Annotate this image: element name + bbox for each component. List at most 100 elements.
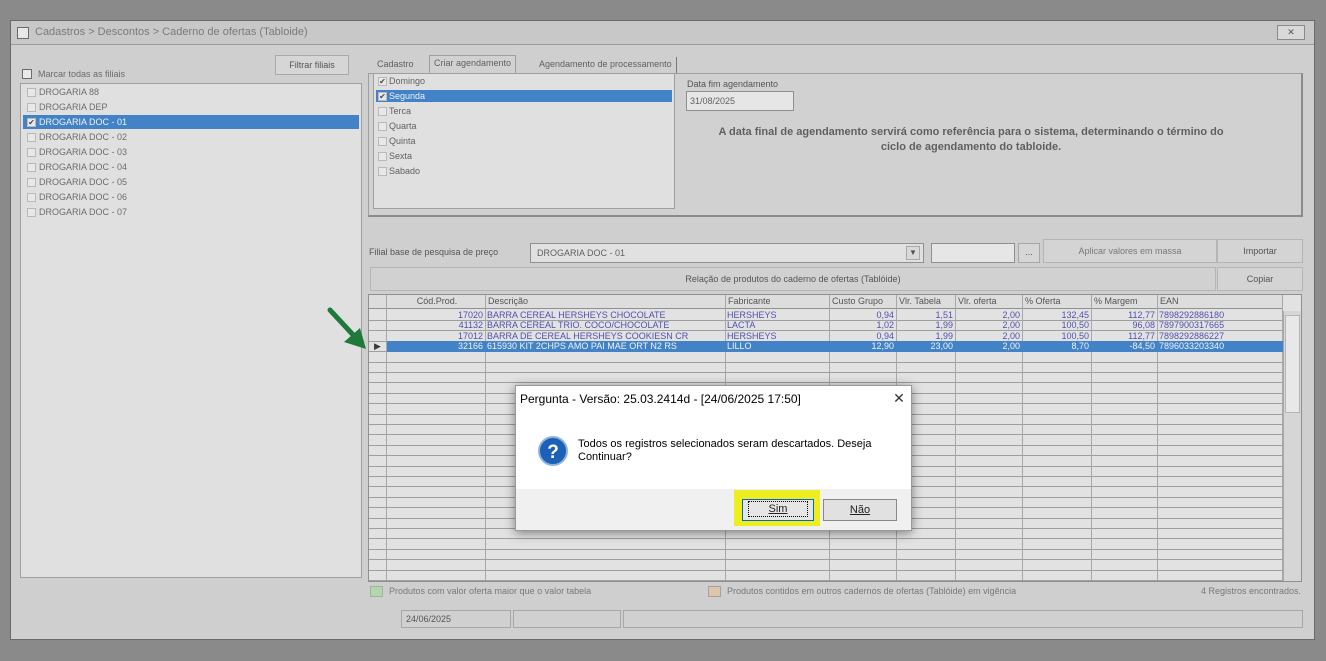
filial-item[interactable]: DROGARIA 88 xyxy=(23,85,359,99)
grid-cell[interactable]: 615930 KIT 2CHPS AMO PAI MAE ORT N2 RS xyxy=(487,341,725,352)
apply-mass-values-button[interactable]: Aplicar valores em massa xyxy=(1043,239,1217,263)
filial-checkbox[interactable] xyxy=(27,208,36,218)
grid-cell[interactable]: 2,00 xyxy=(957,331,1022,342)
grid-cell[interactable]: 1,99 xyxy=(898,320,955,331)
grid-column-header[interactable]: Custo Grupo xyxy=(830,295,897,309)
yes-button[interactable]: Sim xyxy=(742,499,814,521)
tab-criar-agendamento[interactable]: Criar agendamento xyxy=(429,55,517,74)
filial-checkbox[interactable] xyxy=(27,133,36,143)
filial-item[interactable]: ✔ DROGARIA DOC - 01 xyxy=(23,115,359,129)
grid-cell[interactable]: BARRA CEREAL HERSHEYS CHOCOLATE xyxy=(487,310,725,321)
filial-item[interactable]: DROGARIA DOC - 06 xyxy=(23,190,359,204)
grid-cell[interactable]: LACTA xyxy=(727,320,829,331)
filial-checkbox[interactable]: ✔ xyxy=(27,118,36,128)
weekday-item[interactable]: ✔ Segunda xyxy=(376,90,672,102)
grid-vertical-scrollbar[interactable] xyxy=(1283,311,1301,581)
import-button[interactable]: Importar xyxy=(1217,239,1303,263)
grid-column-header[interactable]: % Margem xyxy=(1092,295,1158,309)
no-button-label: Não xyxy=(849,504,871,516)
filial-item[interactable]: DROGARIA DOC - 03 xyxy=(23,145,359,159)
filial-checkbox[interactable] xyxy=(27,193,36,203)
grid-column-header[interactable]: Cód.Prod. xyxy=(387,295,486,309)
weekday-checkbox[interactable] xyxy=(378,167,387,177)
weekday-item[interactable]: ✔ Domingo xyxy=(376,75,672,87)
weekday-checkbox[interactable]: ✔ xyxy=(378,92,387,102)
grid-cell[interactable]: 2,00 xyxy=(957,341,1022,352)
grid-cell[interactable]: 96,08 xyxy=(1093,320,1157,331)
chevron-down-icon[interactable]: ▼ xyxy=(906,246,920,260)
grid-cell[interactable]: LILLO xyxy=(727,341,829,352)
filial-item[interactable]: DROGARIA DOC - 07 xyxy=(23,205,359,219)
grid-cell[interactable]: HERSHEYS xyxy=(727,310,829,321)
grid-cell[interactable]: 7897900317665 xyxy=(1159,320,1282,331)
grid-column-header[interactable]: Descrição xyxy=(486,295,726,309)
weekday-item[interactable]: Sexta xyxy=(376,150,672,162)
grid-cell[interactable]: BARRA DE CEREAL HERSHEYS COOKIESN CR xyxy=(487,331,725,342)
grid-cell[interactable]: HERSHEYS xyxy=(727,331,829,342)
legend-orange-swatch xyxy=(708,586,721,597)
end-date-input[interactable] xyxy=(686,91,794,111)
grid-column-header[interactable]: % Oferta xyxy=(1023,295,1092,309)
grid-cell[interactable]: -84,50 xyxy=(1093,341,1157,352)
grid-cell[interactable]: 0,94 xyxy=(831,310,896,321)
filial-checkbox[interactable] xyxy=(27,163,36,173)
grid-cell[interactable]: 23,00 xyxy=(898,341,955,352)
filial-checkbox[interactable] xyxy=(27,148,36,158)
grid-column-header[interactable]: Fabricante xyxy=(726,295,830,309)
grid-column-line xyxy=(386,295,387,581)
weekday-item[interactable]: Quarta xyxy=(376,120,672,132)
grid-cell[interactable]: 1,51 xyxy=(898,310,955,321)
window-close-button[interactable]: ✕ xyxy=(1277,25,1305,40)
grid-cell[interactable]: 17020 xyxy=(388,310,485,321)
filial-checkbox[interactable] xyxy=(27,88,36,98)
filial-item[interactable]: DROGARIA DEP xyxy=(23,100,359,114)
check-all-checkbox[interactable] xyxy=(22,69,32,79)
tab-agendamento-processamento[interactable]: Agendamento de processamento xyxy=(535,57,677,73)
filter-filiais-button[interactable]: Filtrar filiais xyxy=(275,55,349,75)
filial-checkbox[interactable] xyxy=(27,178,36,188)
mass-value-input[interactable] xyxy=(931,243,1015,263)
filial-item[interactable]: DROGARIA DOC - 05 xyxy=(23,175,359,189)
dialog-close-icon[interactable]: ✕ xyxy=(888,388,910,408)
ellipsis-button[interactable]: ... xyxy=(1018,243,1040,263)
scrollbar-thumb[interactable] xyxy=(1285,315,1300,413)
grid-cell[interactable]: 2,00 xyxy=(957,320,1022,331)
grid-row-line xyxy=(369,559,1283,561)
grid-cell[interactable]: 12,90 xyxy=(831,341,896,352)
tab-cadastro[interactable]: Cadastro xyxy=(373,57,418,73)
grid-cell[interactable]: 32166 xyxy=(388,341,485,352)
grid-cell[interactable]: 7898292886180 xyxy=(1159,310,1282,321)
weekday-item[interactable]: Terca xyxy=(376,105,672,117)
grid-cell[interactable]: 1,99 xyxy=(898,331,955,342)
no-button[interactable]: Não xyxy=(823,499,897,521)
filial-checkbox[interactable] xyxy=(27,103,36,113)
filial-base-select[interactable]: DROGARIA DOC - 01 xyxy=(530,243,924,263)
grid-cell[interactable]: 8,70 xyxy=(1024,341,1091,352)
weekday-item[interactable]: Quinta xyxy=(376,135,672,147)
filial-item[interactable]: DROGARIA DOC - 04 xyxy=(23,160,359,174)
grid-cell[interactable]: 100,50 xyxy=(1024,320,1091,331)
grid-cell[interactable]: 1,02 xyxy=(831,320,896,331)
grid-cell[interactable]: 41132 xyxy=(388,320,485,331)
copy-button[interactable]: Copiar xyxy=(1217,267,1303,291)
grid-column-header[interactable]: EAN xyxy=(1158,295,1283,309)
grid-cell[interactable]: 112,77 xyxy=(1093,331,1157,342)
filial-item[interactable]: DROGARIA DOC - 02 xyxy=(23,130,359,144)
weekday-checkbox[interactable] xyxy=(378,122,387,132)
grid-cell[interactable]: 7898292886227 xyxy=(1159,331,1282,342)
grid-cell[interactable]: 112,77 xyxy=(1093,310,1157,321)
grid-column-header[interactable]: Vlr. Tabela xyxy=(897,295,956,309)
grid-cell[interactable]: 7896033203340 xyxy=(1159,341,1282,352)
weekday-checkbox[interactable] xyxy=(378,107,387,117)
grid-column-header[interactable]: Vlr. oferta xyxy=(956,295,1023,309)
grid-cell[interactable]: 100,50 xyxy=(1024,331,1091,342)
grid-cell[interactable]: BARRA CEREAL TRIO. COCO/CHOCOLATE xyxy=(487,320,725,331)
grid-cell[interactable]: 17012 xyxy=(388,331,485,342)
weekday-checkbox[interactable] xyxy=(378,137,387,147)
weekday-checkbox[interactable] xyxy=(378,152,387,162)
weekday-checkbox[interactable]: ✔ xyxy=(378,77,387,87)
grid-cell[interactable]: 132,45 xyxy=(1024,310,1091,321)
weekday-item[interactable]: Sabado xyxy=(376,165,672,177)
grid-cell[interactable]: 2,00 xyxy=(957,310,1022,321)
grid-cell[interactable]: 0,94 xyxy=(831,331,896,342)
